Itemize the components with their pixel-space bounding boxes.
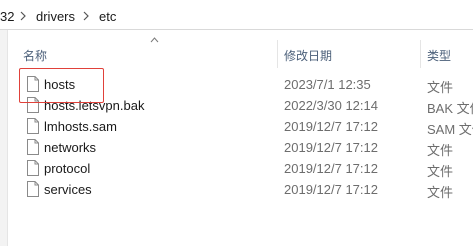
- breadcrumb-segment[interactable]: drivers: [36, 9, 75, 24]
- file-type: 文件: [427, 143, 454, 158]
- column-header-type[interactable]: 类型: [427, 47, 451, 64]
- chevron-right-icon[interactable]: [19, 11, 27, 21]
- file-type: SAM 文件: [427, 122, 473, 137]
- sort-ascending-icon: [150, 37, 159, 43]
- file-row[interactable]: lmhosts.sam 2019/12/7 17:12 SAM 文件: [7, 116, 473, 137]
- file-icon: [27, 118, 39, 134]
- file-row[interactable]: protocol 2019/12/7 17:12 文件: [7, 158, 473, 179]
- file-name: lmhosts.sam: [44, 119, 117, 134]
- file-icon: [27, 160, 39, 176]
- highlight-box: [19, 68, 104, 103]
- column-divider[interactable]: [420, 40, 421, 68]
- file-row[interactable]: services 2019/12/7 17:12 文件: [7, 179, 473, 200]
- file-date: 2019/12/7 17:12: [284, 161, 378, 176]
- column-divider[interactable]: [277, 40, 278, 68]
- file-type: 文件: [427, 185, 454, 200]
- column-header-name[interactable]: 名称: [23, 47, 47, 64]
- file-date: 2022/3/30 12:14: [284, 98, 378, 113]
- file-icon: [27, 181, 39, 197]
- file-icon: [27, 139, 39, 155]
- file-date: 2019/12/7 17:12: [284, 140, 378, 155]
- chevron-right-icon[interactable]: [82, 11, 90, 21]
- file-type: BAK 文件: [427, 101, 473, 116]
- file-name: networks: [44, 140, 97, 155]
- file-name: services: [44, 182, 92, 197]
- breadcrumb-segment[interactable]: 32: [0, 9, 14, 24]
- file-type: 文件: [427, 164, 454, 179]
- column-header-date[interactable]: 修改日期: [284, 47, 332, 64]
- address-bar[interactable]: 32 drivers etc: [0, 0, 473, 30]
- breadcrumb-segment[interactable]: etc: [99, 9, 116, 24]
- file-name: protocol: [44, 161, 91, 176]
- file-date: 2019/12/7 17:12: [284, 182, 378, 197]
- file-date: 2023/7/1 12:35: [284, 77, 371, 92]
- file-type: 文件: [427, 80, 454, 95]
- file-date: 2019/12/7 17:12: [284, 119, 378, 134]
- file-row[interactable]: networks 2019/12/7 17:12 文件: [7, 137, 473, 158]
- column-header-row: 名称 修改日期 类型: [7, 37, 473, 68]
